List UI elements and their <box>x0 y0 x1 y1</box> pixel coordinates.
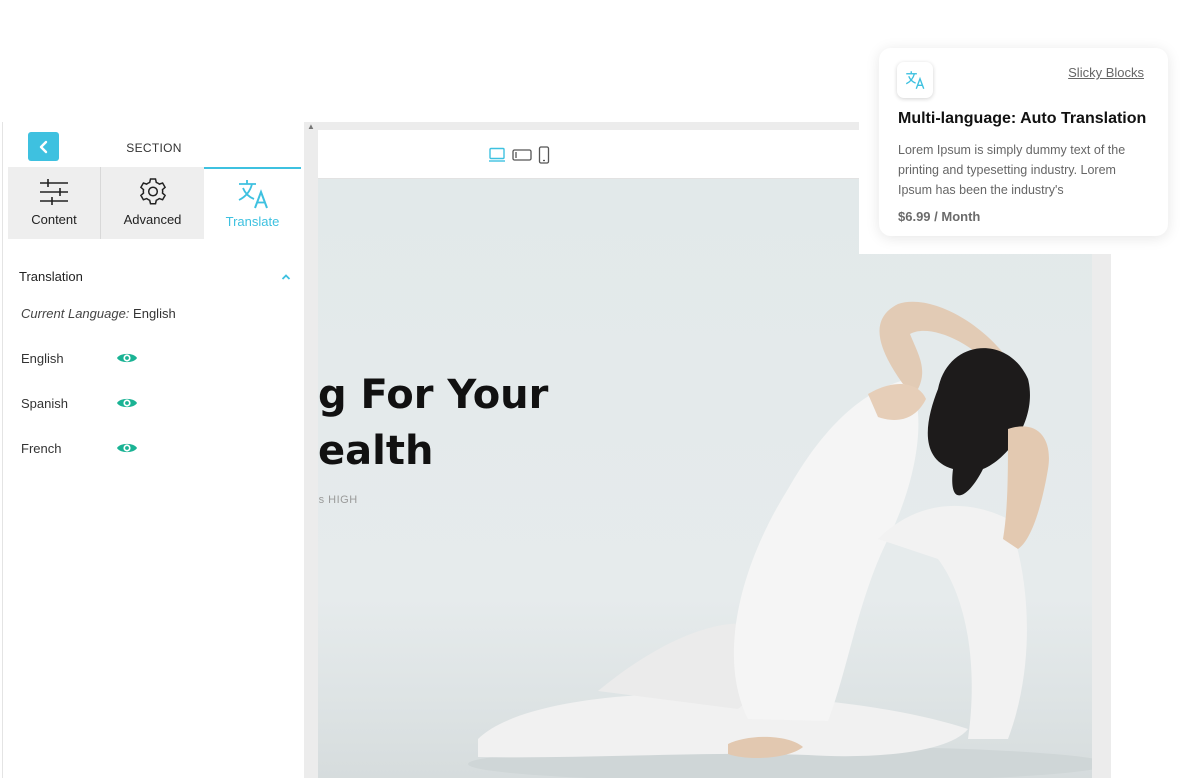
sliders-icon <box>38 177 70 207</box>
tab-advanced-label: Advanced <box>123 212 182 227</box>
scroll-up-arrow[interactable]: ▲ <box>304 122 318 132</box>
visibility-eye-icon[interactable] <box>116 441 138 455</box>
panel-title: SECTION <box>126 141 182 155</box>
gear-icon <box>137 177 169 207</box>
translate-icon <box>236 179 270 209</box>
hero-subtitle: 's HIGH <box>318 494 358 506</box>
current-language: Current Language: English <box>21 306 176 321</box>
product-card[interactable]: Slicky Blocks Multi-language: Auto Trans… <box>879 48 1168 236</box>
language-row: French <box>21 436 301 460</box>
translation-section-toggle[interactable]: Translation <box>19 269 291 284</box>
translate-logo-icon <box>897 62 933 98</box>
settings-panel: SECTION Content Advanced Translate Trans… <box>2 122 305 778</box>
brand-link[interactable]: Slicky Blocks <box>1068 65 1144 80</box>
tab-advanced[interactable]: Advanced <box>101 167 204 239</box>
tab-translate-label: Translate <box>225 214 280 229</box>
language-row: English <box>21 346 301 370</box>
translation-section-label: Translation <box>19 269 83 284</box>
yoga-woman-photo <box>468 301 1092 778</box>
language-name: French <box>21 440 62 456</box>
current-language-label: Current Language: <box>21 306 130 321</box>
tablet-icon[interactable] <box>512 148 532 162</box>
language-name: Spanish <box>21 395 68 411</box>
hero-section: g For Your ealth 's HIGH <box>318 179 1092 778</box>
desktop-icon[interactable] <box>488 147 506 163</box>
device-switcher <box>488 146 550 164</box>
language-name: English <box>21 350 64 366</box>
language-row: Spanish <box>21 391 301 415</box>
chevron-up-icon <box>281 273 291 280</box>
visibility-eye-icon[interactable] <box>116 396 138 410</box>
visibility-eye-icon[interactable] <box>116 351 138 365</box>
tab-content[interactable]: Content <box>8 167 101 239</box>
tab-content-label: Content <box>31 212 77 227</box>
card-price: $6.99 / Month <box>898 209 981 224</box>
mobile-icon[interactable] <box>538 146 550 164</box>
current-language-value: English <box>133 306 176 321</box>
panel-tabs: Content Advanced Translate <box>8 167 301 241</box>
card-title: Multi-language: Auto Translation <box>898 110 1147 127</box>
card-description: Lorem Ipsum is simply dummy text of the … <box>898 143 1126 197</box>
tab-translate[interactable]: Translate <box>204 167 301 241</box>
